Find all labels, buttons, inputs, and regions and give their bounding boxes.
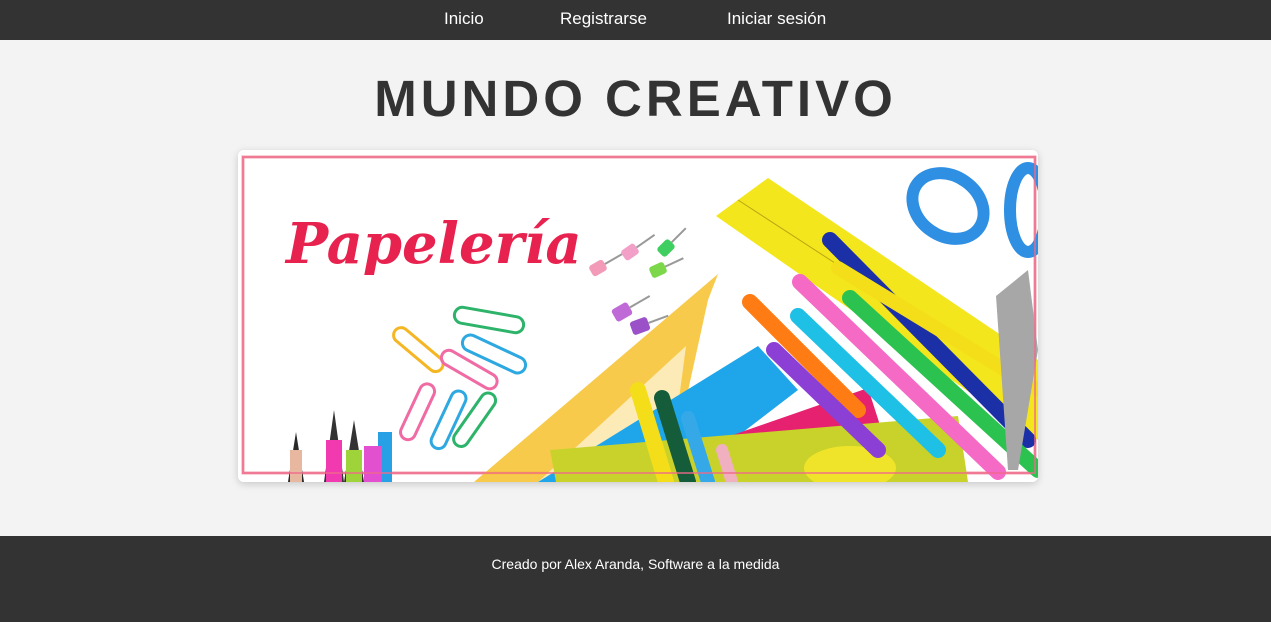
footer-credit: Creado por Alex Aranda, Software a la me…: [491, 556, 780, 572]
page-title: MUNDO CREATIVO: [374, 70, 897, 127]
nav-link-registrarse[interactable]: Registrarse: [560, 0, 647, 40]
footer: Creado por Alex Aranda, Software a la me…: [0, 536, 1271, 622]
stationery-banner-image: Papelería: [238, 150, 1038, 482]
banner-script-text: Papelería: [284, 211, 582, 277]
nav-link-iniciar-sesion[interactable]: Iniciar sesión: [727, 0, 826, 40]
top-navigation-bar: Inicio Registrarse Iniciar sesión: [0, 0, 1271, 40]
nav-link-inicio[interactable]: Inicio: [444, 0, 484, 40]
stationery-illustration: Papelería: [238, 150, 1038, 482]
